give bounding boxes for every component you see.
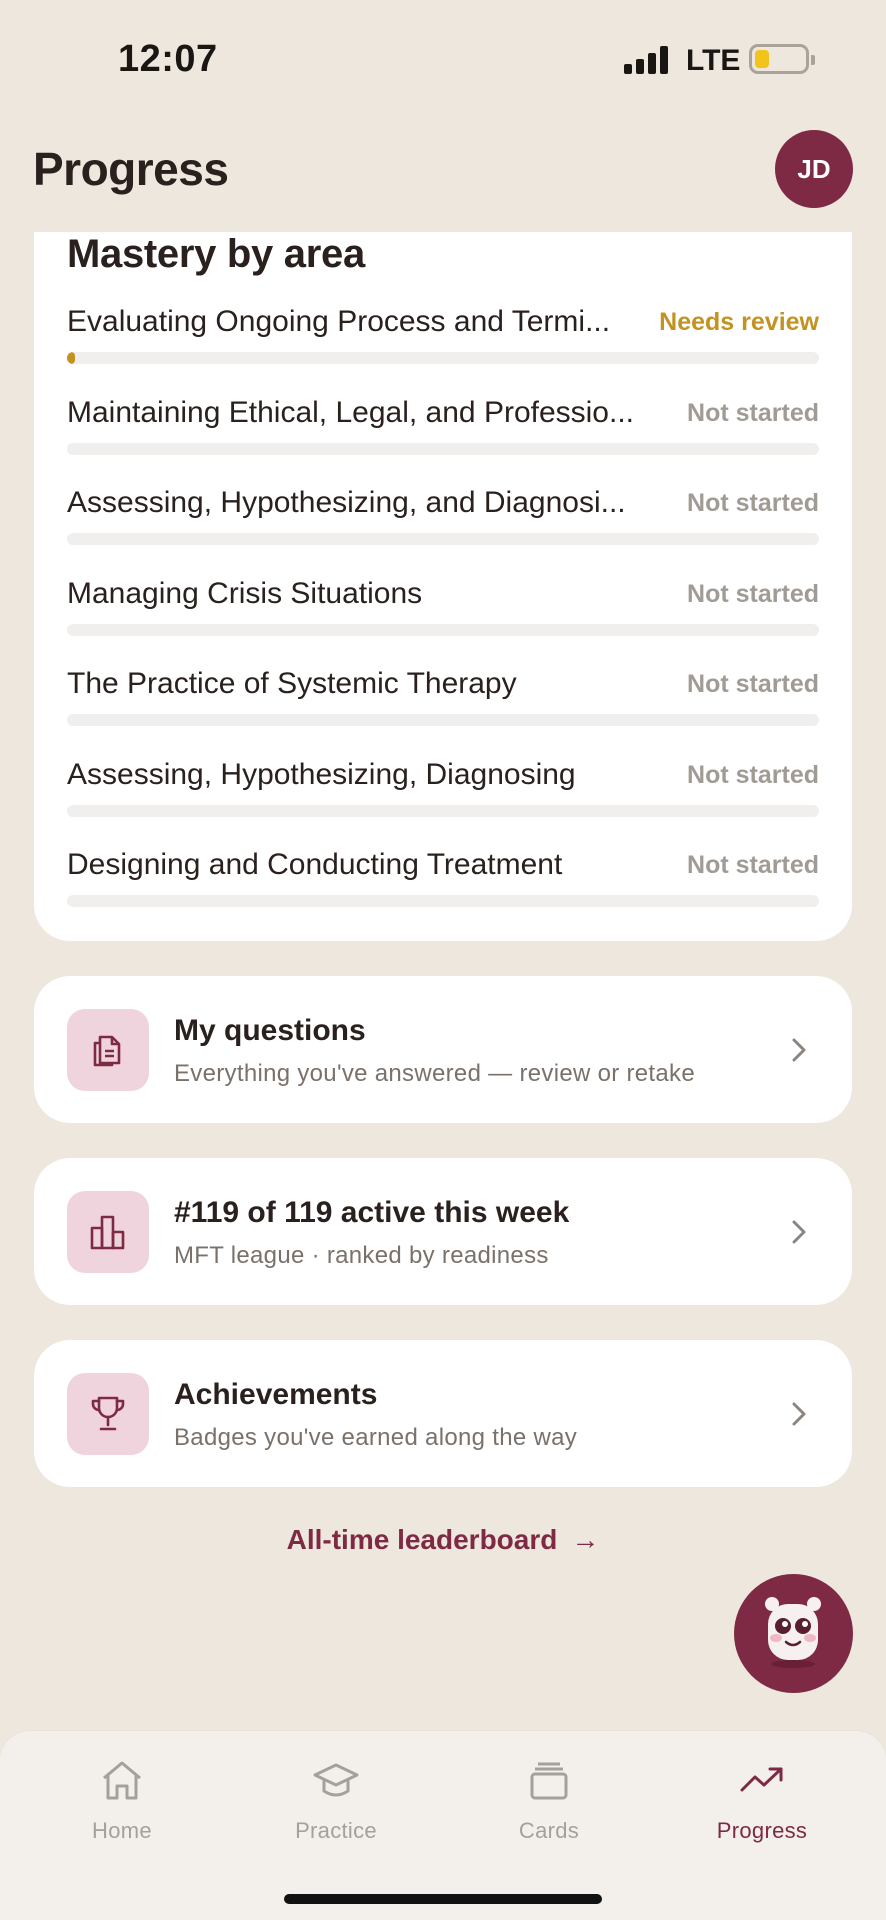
mascot-icon	[765, 1597, 821, 1668]
bottom-nav: Home Practice Cards Progress	[0, 1731, 886, 1920]
mastery-row[interactable]: Designing and Conducting Treatment Not st…	[67, 845, 819, 935]
mastery-progress-bar	[67, 895, 819, 907]
all-time-leaderboard-label: All-time leaderboard	[286, 1524, 558, 1555]
chevron-right-icon	[792, 1402, 806, 1426]
arrow-right-icon: →	[571, 1524, 600, 1555]
mastery-status-badge: Not started	[687, 579, 819, 608]
trending-up-icon	[740, 1767, 783, 1792]
achievements-subtitle: Badges you've earned along the way	[174, 1424, 578, 1451]
league-subtitle: MFT league · ranked by readiness	[174, 1242, 549, 1269]
mastery-title: Mastery by area	[67, 232, 365, 276]
mastery-area-label: Assessing, Hypothesizing, and Diagnosi..…	[67, 486, 626, 519]
league-title: #119 of 119 active this week	[174, 1196, 570, 1229]
mastery-area-label: Designing and Conducting Treatment	[67, 848, 563, 881]
mastery-progress-bar	[67, 352, 819, 364]
mastery-row[interactable]: The Practice of Systemic Therapy Not star…	[67, 664, 819, 754]
nav-cards[interactable]: Cards	[469, 1756, 629, 1844]
all-time-leaderboard-link[interactable]: All-time leaderboard →	[0, 1524, 886, 1556]
avatar[interactable]: JD	[775, 130, 853, 208]
mastery-status-badge: Not started	[687, 489, 819, 517]
achievements-card[interactable]: Achievements Badges you've earned along …	[34, 1340, 852, 1487]
mastery-row[interactable]: Evaluating Ongoing Process and Termi... N…	[67, 302, 819, 392]
my-questions-title: My questions	[174, 1014, 366, 1047]
mastery-area-label: The Practice of Systemic Therapy	[67, 667, 517, 700]
trophy-icon	[67, 1373, 149, 1455]
chevron-right-icon	[792, 1038, 806, 1062]
mastery-row[interactable]: Managing Crisis Situations Not started	[67, 574, 819, 664]
home-indicator	[284, 1894, 602, 1904]
home-icon	[103, 1761, 141, 1800]
network-type: LTE	[686, 44, 741, 77]
my-questions-subtitle: Everything you've answered — review or r…	[174, 1060, 695, 1087]
nav-practice-label: Practice	[295, 1818, 377, 1843]
bar-chart-icon	[67, 1191, 149, 1273]
status-time: 12:07	[118, 38, 218, 80]
mastery-row[interactable]: Assessing, Hypothesizing, and Diagnosi..…	[67, 483, 819, 573]
mastery-progress-fill	[67, 352, 75, 364]
signal-strength-icon	[624, 46, 670, 74]
nav-progress[interactable]: Progress	[682, 1756, 842, 1844]
mastery-progress-bar	[67, 442, 819, 455]
mastery-status-badge: Not started	[687, 851, 819, 879]
battery-icon	[749, 44, 815, 74]
mastery-area-label: Maintaining Ethical, Legal, and Professi…	[67, 395, 634, 429]
status-bar: 12:07 LTE	[0, 0, 886, 120]
mastery-progress-bar	[67, 714, 819, 726]
cards-icon	[530, 1762, 568, 1800]
mastery-area-label: Managing Crisis Situations	[67, 576, 423, 610]
graduation-cap-icon	[313, 1763, 359, 1797]
mastery-progress-bar	[67, 804, 819, 817]
mastery-status-badge: Needs review	[659, 308, 819, 336]
documents-icon	[67, 1009, 149, 1091]
page-title: Progress	[33, 143, 229, 195]
achievements-title: Achievements	[174, 1378, 378, 1411]
chevron-right-icon	[792, 1220, 806, 1244]
league-card[interactable]: #119 of 119 active this week MFT league …	[34, 1158, 852, 1305]
nav-cards-label: Cards	[518, 1818, 580, 1843]
mastery-status-badge: Not started	[687, 760, 819, 789]
nav-practice[interactable]: Practice	[256, 1756, 416, 1844]
nav-progress-label: Progress	[716, 1818, 808, 1843]
my-questions-card[interactable]: My questions Everything you've answered …	[34, 976, 852, 1123]
mastery-progress-bar	[67, 623, 819, 636]
mastery-card: Mastery by area Evaluating Ongoing Proce…	[34, 232, 852, 941]
mastery-progress-bar	[67, 533, 819, 545]
mastery-status-badge: Not started	[687, 670, 819, 698]
mastery-status-badge: Not started	[687, 398, 819, 427]
nav-home[interactable]: Home	[42, 1756, 202, 1844]
mastery-row[interactable]: Maintaining Ethical, Legal, and Professi…	[67, 393, 819, 483]
nav-home-label: Home	[92, 1818, 152, 1843]
mastery-row[interactable]: Assessing, Hypothesizing, Diagnosing Not …	[67, 755, 819, 845]
mastery-area-label: Assessing, Hypothesizing, Diagnosing	[67, 757, 576, 791]
mascot-assistant-button[interactable]	[734, 1574, 853, 1693]
mastery-area-label: Evaluating Ongoing Process and Termi...	[67, 305, 611, 338]
